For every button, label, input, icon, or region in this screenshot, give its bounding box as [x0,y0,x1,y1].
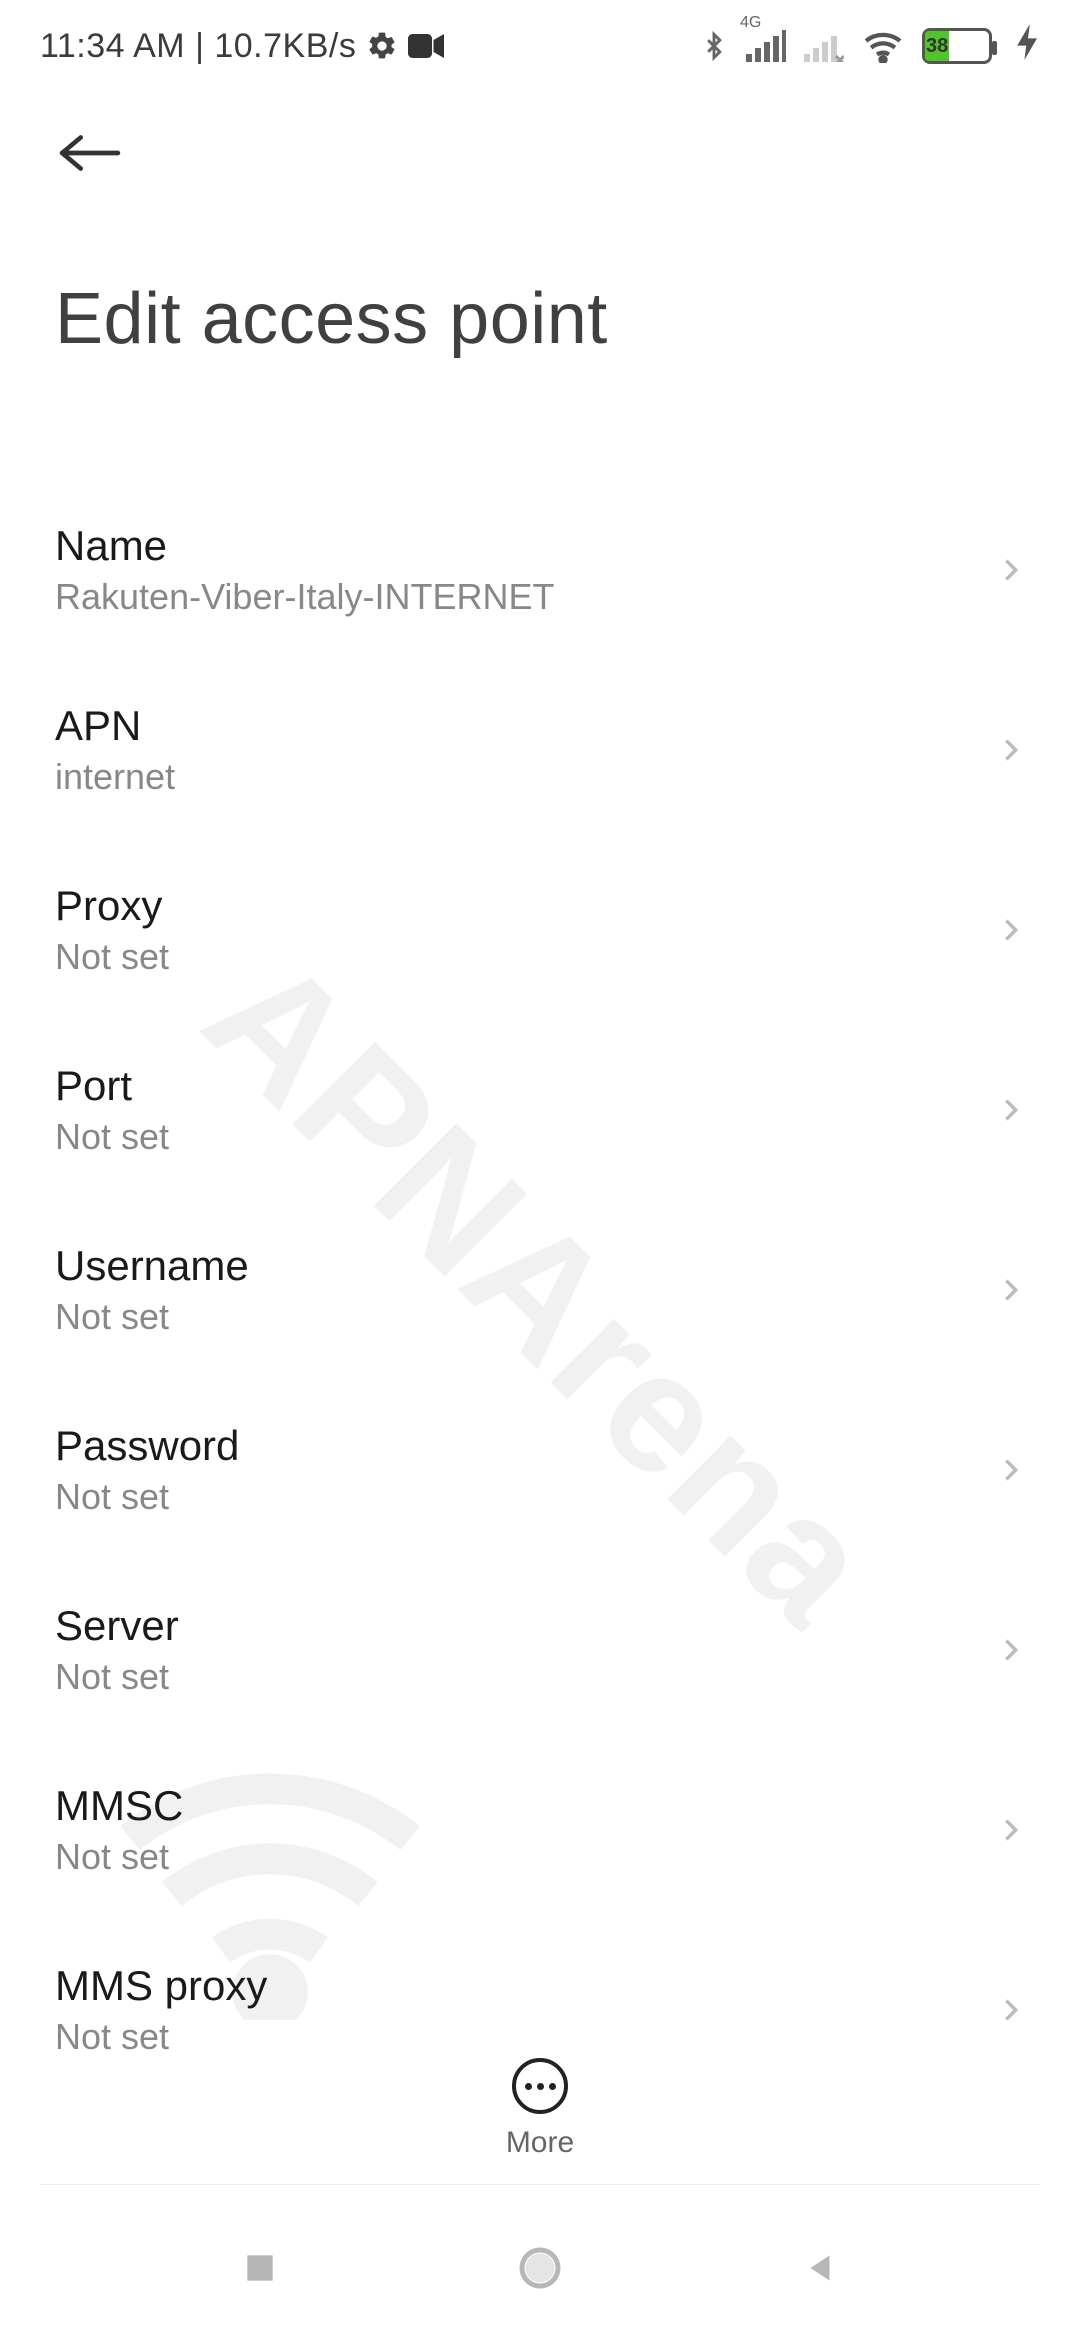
chevron-right-icon [997,1456,1025,1484]
row-text: Username Not set [55,1242,249,1338]
status-bar: 11:34 AM | 10.7KB/s 4G 38 [0,0,1080,78]
row-text: Server Not set [55,1602,179,1698]
nav-recent-button[interactable] [230,2238,290,2298]
back-button[interactable] [55,118,125,188]
row-mms-proxy[interactable]: MMS proxy Not set [55,1920,1025,2080]
row-proxy[interactable]: Proxy Not set [55,840,1025,1020]
row-text: Name Rakuten-Viber-Italy-INTERNET [55,522,554,618]
row-apn[interactable]: APN internet [55,660,1025,840]
network-type-label: 4G [740,14,761,32]
bluetooth-icon [700,27,728,65]
chevron-right-icon [997,556,1025,584]
row-mmsc[interactable]: MMSC Not set [55,1740,1025,1920]
more-dot-icon [549,2083,556,2090]
chevron-right-icon [997,1816,1025,1844]
row-value: Not set [55,936,169,978]
arrow-left-icon [59,132,121,174]
page-title: Edit access point [55,278,1025,360]
row-value: Not set [55,1836,183,1878]
chevron-right-icon [997,1276,1025,1304]
row-label: Password [55,1422,239,1470]
header: Edit access point [0,78,1080,360]
row-server[interactable]: Server Not set [55,1560,1025,1740]
row-value: Not set [55,1476,239,1518]
row-text: Port Not set [55,1062,169,1158]
status-right: 4G 38 [700,24,1040,68]
battery-icon: 38 [922,28,992,64]
square-icon [241,2249,279,2287]
battery-level-label: 38 [925,31,949,61]
row-label: MMSC [55,1782,183,1830]
row-text: MMS proxy Not set [55,1962,267,2058]
circle-icon [516,2244,564,2292]
row-value: Not set [55,1296,249,1338]
row-username[interactable]: Username Not set [55,1200,1025,1380]
wifi-icon [862,29,904,63]
more-dot-icon [537,2083,544,2090]
status-left: 11:34 AM | 10.7KB/s [40,27,444,66]
row-text: Proxy Not set [55,882,169,978]
row-text: APN internet [55,702,175,798]
row-value: Not set [55,1116,169,1158]
navbar-divider [40,2184,1040,2185]
row-text: Password Not set [55,1422,239,1518]
row-label: Username [55,1242,249,1290]
row-port[interactable]: Port Not set [55,1020,1025,1200]
row-value: internet [55,756,175,798]
row-value: Rakuten-Viber-Italy-INTERNET [55,576,554,618]
nav-home-button[interactable] [510,2238,570,2298]
chevron-right-icon [997,916,1025,944]
row-label: MMS proxy [55,1962,267,2010]
row-label: Server [55,1602,179,1650]
settings-list: APNArena Name Rakuten-Viber-Italy-INTERN… [0,480,1080,2080]
row-value: Not set [55,2016,267,2058]
row-text: MMSC Not set [55,1782,183,1878]
row-label: Proxy [55,882,169,930]
system-navbar [0,2195,1080,2340]
row-label: Name [55,522,554,570]
signal-4g-icon: 4G [746,30,786,62]
signal-nosim-icon [804,30,844,62]
charging-icon [1016,24,1040,68]
chevron-right-icon [997,1096,1025,1124]
gear-icon [366,30,398,62]
nav-back-button[interactable] [790,2238,850,2298]
more-label: More [506,2126,574,2160]
chevron-right-icon [997,1996,1025,2024]
row-password[interactable]: Password Not set [55,1380,1025,1560]
row-name[interactable]: Name Rakuten-Viber-Italy-INTERNET [55,480,1025,660]
status-time: 11:34 AM | 10.7KB/s [40,27,356,66]
video-icon [408,32,444,60]
row-label: Port [55,1062,169,1110]
more-dot-icon [525,2083,532,2090]
chevron-right-icon [997,1636,1025,1664]
chevron-right-icon [997,736,1025,764]
row-value: Not set [55,1656,179,1698]
triangle-left-icon [801,2249,839,2287]
row-label: APN [55,702,175,750]
